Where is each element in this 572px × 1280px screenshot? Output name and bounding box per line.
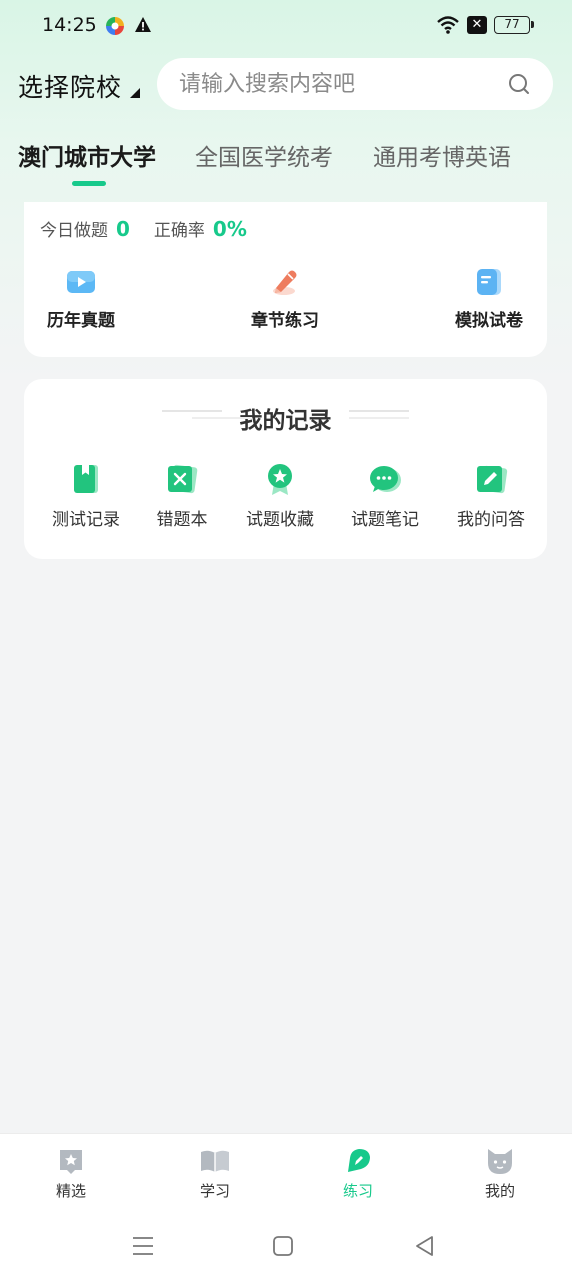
wrong-book-icon xyxy=(168,464,198,494)
pencil-icon xyxy=(273,270,297,295)
wrong-book-button[interactable]: 错题本 xyxy=(130,461,234,530)
past-exams-label: 历年真题 xyxy=(47,311,115,331)
video-play-icon xyxy=(67,271,95,293)
active-tab-indicator xyxy=(72,181,106,186)
bookmark-book-icon xyxy=(74,465,98,493)
chapter-practice-label: 章节练习 xyxy=(251,311,319,331)
stats-row: 今日做题 0 正确率 0% xyxy=(40,216,271,242)
accuracy-value: 0% xyxy=(212,216,247,241)
test-records-label: 测试记录 xyxy=(52,510,120,530)
accuracy-label: 正确率 xyxy=(153,221,205,241)
tab-national-medical-exam[interactable]: 全国医学统考 xyxy=(195,138,333,172)
nav-featured[interactable]: 精选 xyxy=(31,1146,111,1201)
tab-macau-city-university[interactable]: 澳门城市大学 xyxy=(18,138,156,172)
search-bar[interactable] xyxy=(157,58,553,110)
paper-icon xyxy=(477,269,501,295)
title-divider-right xyxy=(349,417,409,419)
nav-featured-label: 精选 xyxy=(55,1182,86,1200)
my-qa-label: 我的问答 xyxy=(457,510,525,530)
past-exams-button[interactable]: 历年真题 xyxy=(26,266,136,331)
profile-cat-icon xyxy=(488,1149,512,1174)
status-time: 14:25 xyxy=(42,14,97,36)
tab-phd-english[interactable]: 通用考博英语 xyxy=(373,138,511,172)
wrong-book-label: 错题本 xyxy=(156,510,208,530)
home-square-icon[interactable] xyxy=(270,1233,296,1259)
system-nav-bar xyxy=(0,1213,572,1280)
notes-button[interactable]: 试题笔记 xyxy=(333,461,437,530)
warning-icon xyxy=(135,17,151,32)
featured-icon xyxy=(60,1150,82,1174)
school-select-label: 选择院校 xyxy=(18,73,123,102)
practice-icon xyxy=(348,1149,370,1172)
nav-profile[interactable]: 我的 xyxy=(460,1146,540,1201)
favorites-button[interactable]: 试题收藏 xyxy=(228,461,332,530)
my-records-card: 我的记录 测试记录 错题本 试题收藏 试题笔记 我的问答 xyxy=(24,379,547,559)
bottom-nav: 精选 学习 练习 我的 xyxy=(0,1133,572,1213)
search-input[interactable] xyxy=(179,58,499,110)
mock-paper-label: 模拟试卷 xyxy=(455,311,523,331)
test-records-button[interactable]: 测试记录 xyxy=(34,461,138,530)
back-triangle-icon[interactable] xyxy=(412,1233,438,1259)
search-icon[interactable] xyxy=(507,72,531,96)
nav-profile-label: 我的 xyxy=(484,1182,515,1200)
title-divider-left xyxy=(162,410,222,412)
wifi-icon xyxy=(437,16,459,34)
nav-study-label: 学习 xyxy=(199,1182,230,1200)
today-count-label: 今日做题 xyxy=(40,221,108,241)
school-select[interactable]: 选择院校 xyxy=(18,68,140,104)
records-title-row: 我的记录 xyxy=(24,401,547,434)
chapter-practice-button[interactable]: 章节练习 xyxy=(230,266,340,331)
app-notification-icon xyxy=(106,17,124,35)
favorites-label: 试题收藏 xyxy=(246,510,314,530)
battery-icon: 77 xyxy=(494,16,534,34)
school-tabs: 澳门城市大学 全国医学统考 通用考博英语 xyxy=(0,132,572,192)
today-count-value: 0 xyxy=(116,216,130,241)
notes-label: 试题笔记 xyxy=(351,510,419,530)
menu-icon[interactable] xyxy=(130,1233,156,1259)
open-book-icon xyxy=(201,1150,229,1172)
caret-down-icon xyxy=(130,88,140,98)
chat-bubble-icon xyxy=(370,466,401,492)
title-divider-left-2 xyxy=(192,417,252,419)
title-divider-right-2 xyxy=(349,410,409,412)
mock-paper-button[interactable]: 模拟试卷 xyxy=(434,266,544,331)
status-bar: 14:25 ✕ 77 xyxy=(0,0,572,52)
my-qa-button[interactable]: 我的问答 xyxy=(439,461,543,530)
nav-practice-label: 练习 xyxy=(342,1182,373,1200)
star-badge-icon xyxy=(268,464,292,495)
nav-study[interactable]: 学习 xyxy=(175,1146,255,1201)
sim-off-icon: ✕ xyxy=(467,16,487,34)
edit-note-icon xyxy=(477,465,508,494)
records-title: 我的记录 xyxy=(239,408,332,434)
practice-card: 今日做题 0 正确率 0% 历年真题 章节练习 模拟试卷 xyxy=(24,202,547,357)
nav-practice[interactable]: 练习 xyxy=(318,1146,398,1201)
